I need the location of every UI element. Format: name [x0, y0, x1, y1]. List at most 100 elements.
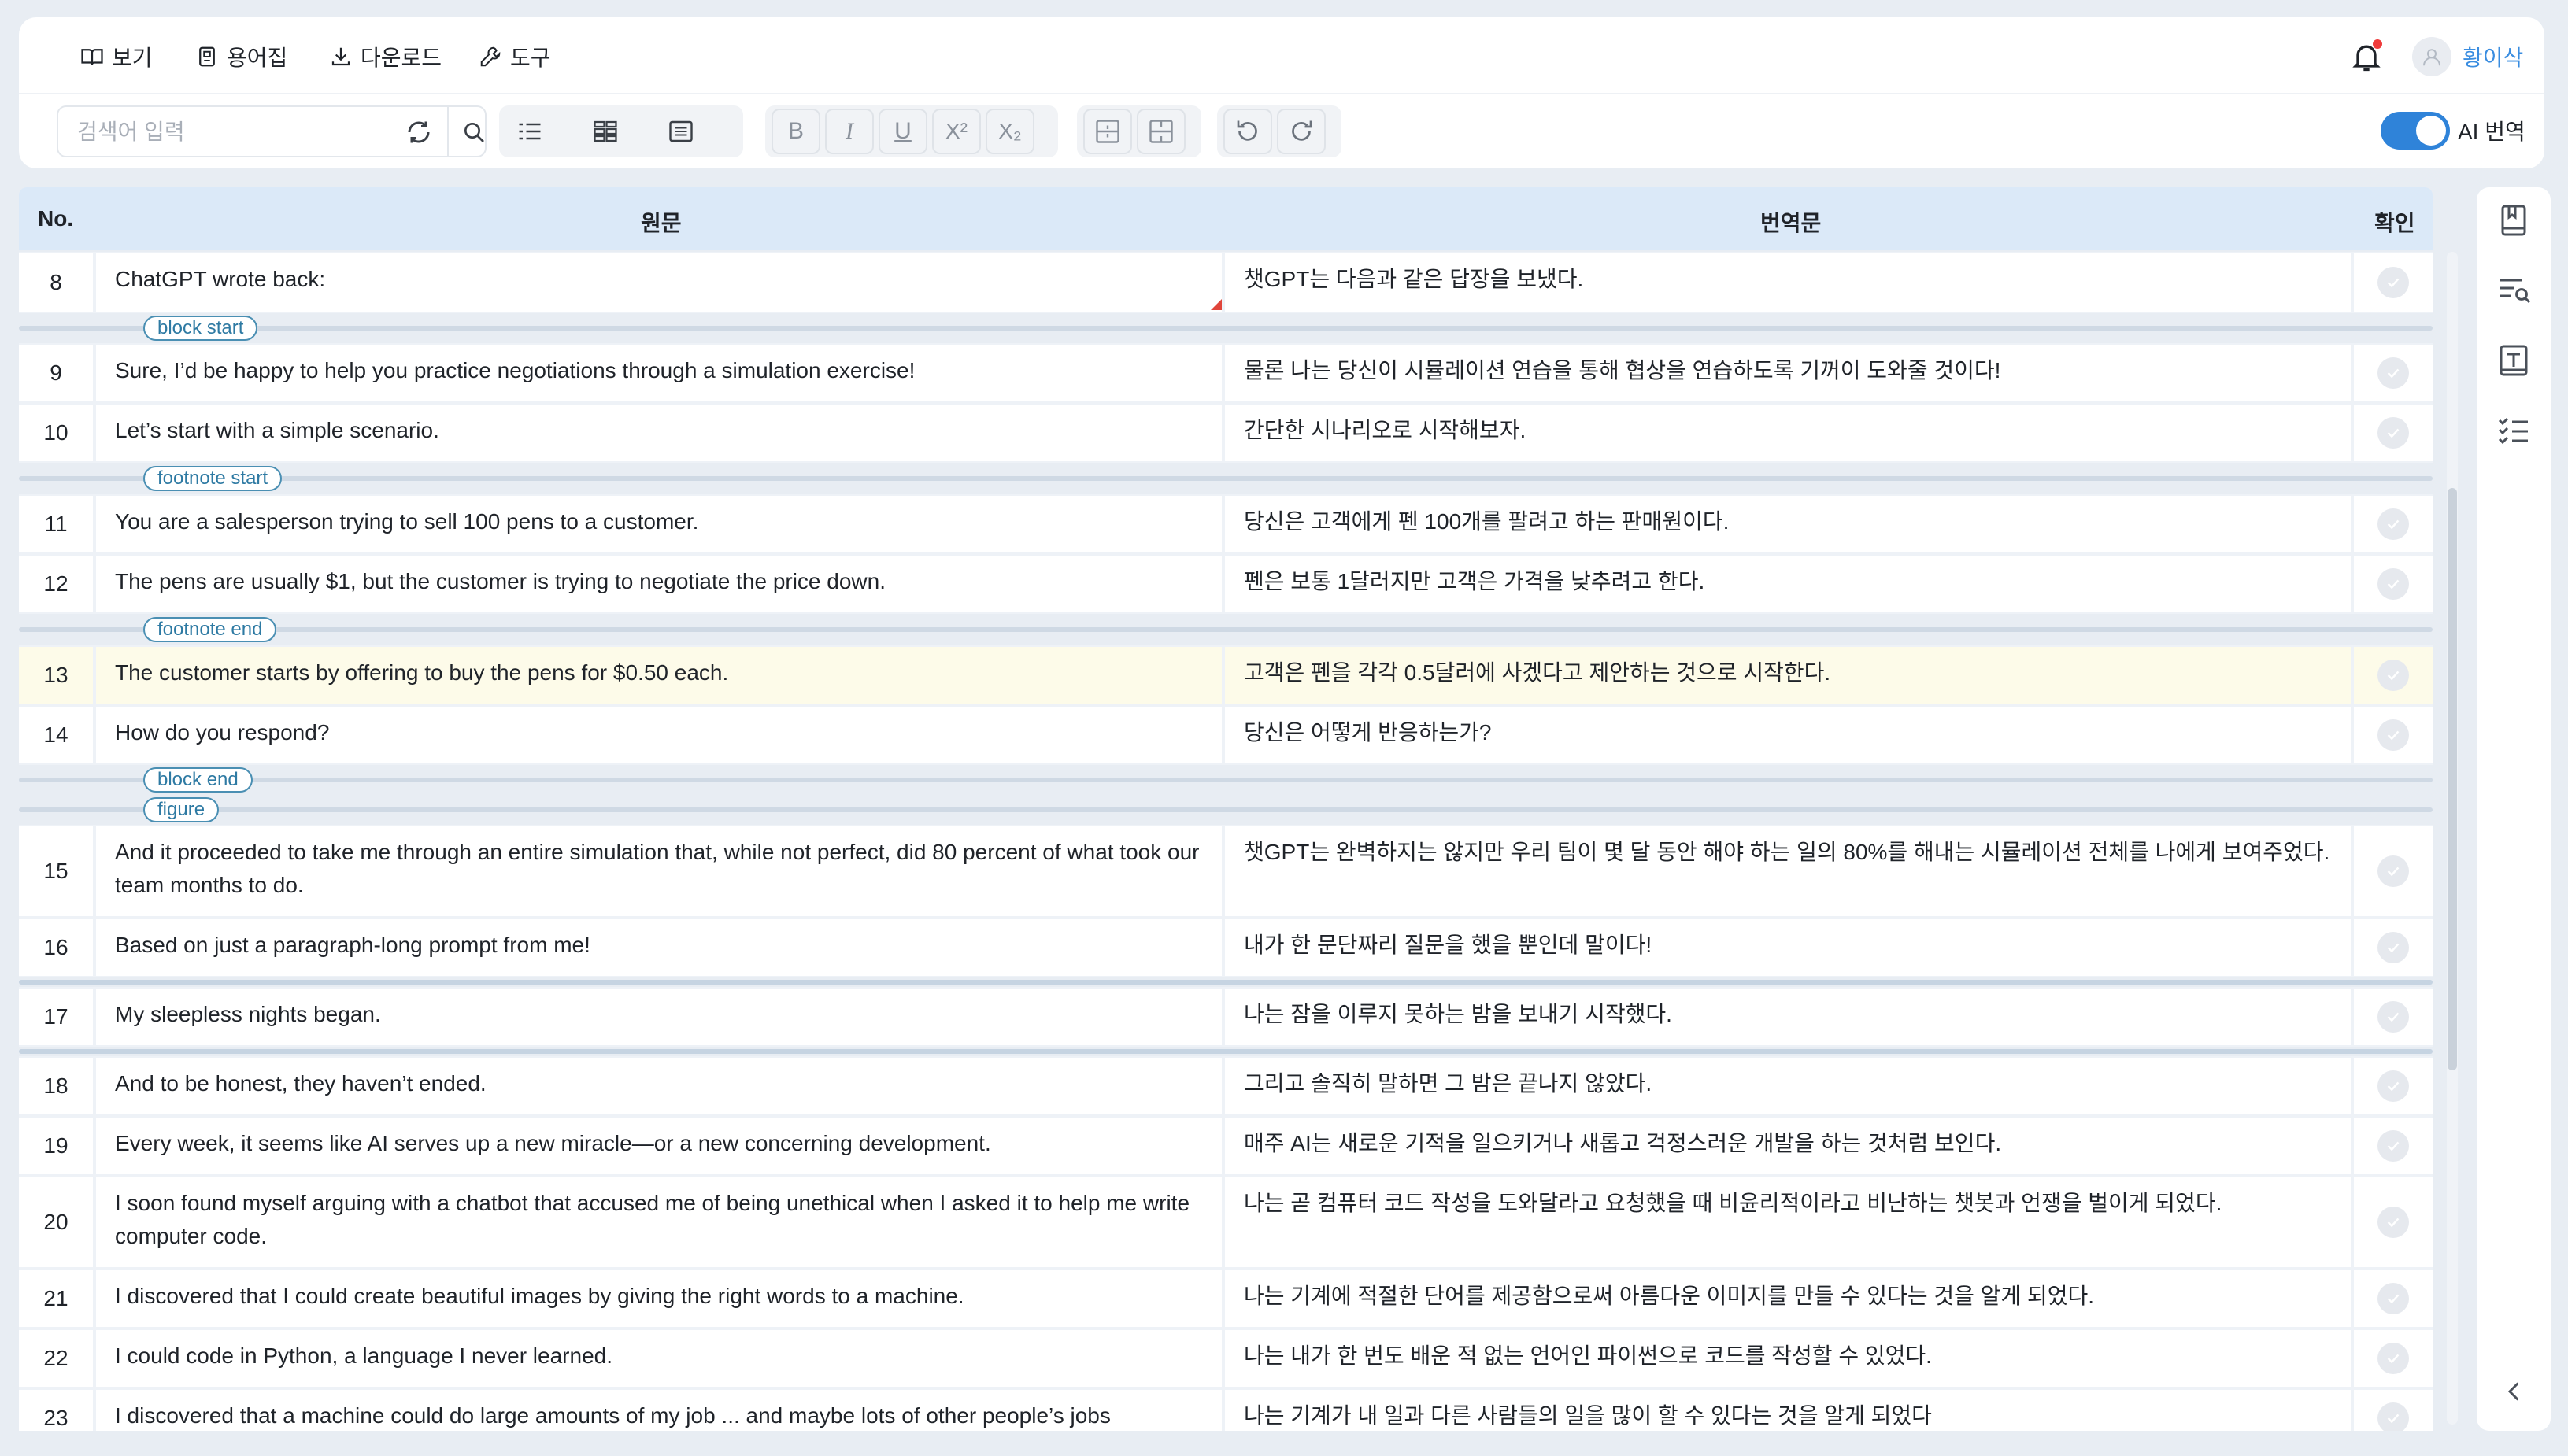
table-row[interactable]: 9 Sure, I’d be happy to help you practic…: [19, 343, 2433, 403]
tag-footnote-start[interactable]: footnote start: [143, 466, 283, 491]
table-row[interactable]: 8 ChatGPT wrote back: 챗GPT는 다음과 같은 답장을 보…: [19, 252, 2433, 313]
target-cell[interactable]: 챗GPT는 다음과 같은 답장을 보냈다.: [1225, 253, 2351, 312]
subscript-button[interactable]: X₂: [986, 109, 1034, 154]
table-row[interactable]: 22 I could code in Python, a language I …: [19, 1329, 2433, 1388]
table-row[interactable]: 19 Every week, it seems like AI serves u…: [19, 1116, 2433, 1176]
target-cell[interactable]: 나는 기계가 내 일과 다른 사람들의 일을 많이 할 수 있다는 것을 알게 …: [1225, 1390, 2351, 1431]
confirm-cell: [2354, 253, 2433, 312]
bold-button[interactable]: B: [772, 109, 820, 154]
bookmark-panel-button[interactable]: [2495, 201, 2533, 239]
tag-figure[interactable]: figure: [143, 797, 220, 822]
underline-button[interactable]: U: [879, 109, 927, 154]
target-cell[interactable]: 펜은 보통 1달러지만 고객은 가격을 낮추려고 한다.: [1225, 556, 2351, 612]
table-scrollbar[interactable]: [2447, 252, 2458, 1425]
source-cell[interactable]: My sleepless nights began.: [96, 989, 1222, 1045]
search-icon[interactable]: [461, 120, 487, 145]
target-cell[interactable]: 당신은 고객에게 펜 100개를 팔려고 하는 판매원이다.: [1225, 496, 2351, 552]
menu-view[interactable]: 보기: [80, 41, 153, 72]
target-cell[interactable]: 나는 곧 컴퓨터 코드 작성을 도와달라고 요청했을 때 비윤리적이라고 비난하…: [1225, 1177, 2351, 1267]
confirm-check-button[interactable]: [2377, 417, 2409, 449]
confirm-check-button[interactable]: [2377, 660, 2409, 691]
refresh-icon[interactable]: [405, 118, 433, 146]
ai-translation-toggle[interactable]: AI 번역: [2381, 112, 2525, 150]
confirm-check-button[interactable]: [2377, 1207, 2409, 1238]
confirm-check-button[interactable]: [2377, 568, 2409, 600]
target-cell[interactable]: 간단한 시나리오로 시작해보자.: [1225, 405, 2351, 461]
confirm-check-button[interactable]: [2377, 1001, 2409, 1033]
confirm-check-button[interactable]: [2377, 267, 2409, 298]
confirm-check-button[interactable]: [2377, 357, 2409, 389]
table-row[interactable]: 12 The pens are usually $1, but the cust…: [19, 554, 2433, 614]
menu-tools[interactable]: 도구: [479, 41, 551, 72]
italic-button[interactable]: I: [825, 109, 874, 154]
search-input[interactable]: [77, 115, 376, 150]
table-row[interactable]: 23 I discovered that a machine could do …: [19, 1388, 2433, 1431]
table-row[interactable]: 15 And it proceeded to take me through a…: [19, 825, 2433, 918]
find-replace-panel-button[interactable]: [2495, 271, 2533, 309]
confirm-check-button[interactable]: [2377, 1283, 2409, 1314]
source-cell[interactable]: ChatGPT wrote back:: [96, 253, 1222, 312]
user-menu[interactable]: 황이삭: [2412, 36, 2523, 77]
source-cell[interactable]: And to be honest, they haven’t ended.: [96, 1058, 1222, 1114]
target-cell[interactable]: 매주 AI는 새로운 기적을 일으키거나 새롭고 걱정스러운 개발을 하는 것처…: [1225, 1118, 2351, 1174]
target-cell[interactable]: 나는 기계에 적절한 단어를 제공함으로써 아름다운 이미지를 만들 수 있다는…: [1225, 1270, 2351, 1327]
notification-button[interactable]: [2349, 39, 2384, 74]
menu-download[interactable]: 다운로드: [329, 41, 442, 72]
target-cell[interactable]: 그리고 솔직히 말하면 그 밤은 끝나지 않았다.: [1225, 1058, 2351, 1114]
source-cell[interactable]: And it proceeded to take me through an e…: [96, 826, 1222, 916]
source-cell[interactable]: The customer starts by offering to buy t…: [96, 647, 1222, 704]
redo-button[interactable]: [1277, 109, 1326, 154]
target-cell[interactable]: 나는 내가 한 번도 배운 적 없는 언어인 파이썬으로 코드를 작성할 수 있…: [1225, 1330, 2351, 1387]
menu-glossary[interactable]: 용어집: [195, 41, 287, 72]
scrollbar-thumb[interactable]: [2448, 488, 2457, 1070]
source-cell[interactable]: I discovered that I could create beautif…: [96, 1270, 1222, 1327]
target-cell[interactable]: 나는 잠을 이루지 못하는 밤을 보내기 시작했다.: [1225, 989, 2351, 1045]
confirm-check-button[interactable]: [2377, 1343, 2409, 1374]
source-cell[interactable]: How do you respond?: [96, 707, 1222, 763]
toggle-switch[interactable]: [2381, 112, 2450, 150]
confirm-check-button[interactable]: [2377, 932, 2409, 963]
table-row[interactable]: 13 The customer starts by offering to bu…: [19, 645, 2433, 705]
superscript-button[interactable]: X²: [932, 109, 981, 154]
tag-block-start[interactable]: block start: [143, 316, 258, 341]
confirm-check-button[interactable]: [2377, 1070, 2409, 1102]
source-cell[interactable]: Sure, I’d be happy to help you practice …: [96, 345, 1222, 401]
table-row[interactable]: 14 How do you respond? 당신은 어떻게 반응하는가?: [19, 705, 2433, 765]
merge-segment-button[interactable]: [1137, 109, 1186, 154]
source-cell[interactable]: You are a salesperson trying to sell 100…: [96, 496, 1222, 552]
source-cell[interactable]: Let’s start with a simple scenario.: [96, 405, 1222, 461]
confirm-check-button[interactable]: [2377, 1402, 2409, 1431]
source-cell[interactable]: The pens are usually $1, but the custome…: [96, 556, 1222, 612]
checklist-panel-button[interactable]: [2495, 411, 2533, 449]
collapse-sidebar-button[interactable]: [2500, 1377, 2529, 1406]
split-segment-button[interactable]: [1083, 109, 1132, 154]
confirm-check-button[interactable]: [2377, 719, 2409, 751]
target-cell[interactable]: 당신은 어떻게 반응하는가?: [1225, 707, 2351, 763]
confirm-check-button[interactable]: [2377, 508, 2409, 540]
table-row[interactable]: 17 My sleepless nights began. 나는 잠을 이루지 …: [19, 987, 2433, 1047]
table-row[interactable]: 21 I discovered that I could create beau…: [19, 1269, 2433, 1329]
target-cell[interactable]: 물론 나는 당신이 시뮬레이션 연습을 통해 협상을 연습하도록 기꺼이 도와줄…: [1225, 345, 2351, 401]
confirm-check-button[interactable]: [2377, 1130, 2409, 1162]
target-cell[interactable]: 챗GPT는 완벽하지는 않지만 우리 팀이 몇 달 동안 해야 하는 일의 80…: [1225, 826, 2351, 916]
text-panel-button[interactable]: [2495, 342, 2533, 379]
table-row[interactable]: 16 Based on just a paragraph-long prompt…: [19, 918, 2433, 977]
list-view-button[interactable]: [505, 109, 554, 154]
table-row[interactable]: 20 I soon found myself arguing with a ch…: [19, 1176, 2433, 1269]
tag-footnote-end[interactable]: footnote end: [143, 617, 277, 642]
target-cell[interactable]: 내가 한 문단짜리 질문을 했을 뿐인데 말이다!: [1225, 919, 2351, 976]
tag-block-end[interactable]: block end: [143, 767, 253, 793]
table-row[interactable]: 11 You are a salesperson trying to sell …: [19, 494, 2433, 554]
table-row[interactable]: 18 And to be honest, they haven’t ended.…: [19, 1056, 2433, 1116]
grid-view-button[interactable]: [581, 109, 630, 154]
source-cell[interactable]: Based on just a paragraph-long prompt fr…: [96, 919, 1222, 976]
source-cell[interactable]: I discovered that a machine could do lar…: [96, 1390, 1222, 1431]
table-row[interactable]: 10 Let’s start with a simple scenario. 간…: [19, 403, 2433, 463]
source-cell[interactable]: I soon found myself arguing with a chatb…: [96, 1177, 1222, 1267]
target-cell[interactable]: 고객은 펜을 각각 0.5달러에 사겠다고 제안하는 것으로 시작한다.: [1225, 647, 2351, 704]
source-cell[interactable]: Every week, it seems like AI serves up a…: [96, 1118, 1222, 1174]
undo-button[interactable]: [1223, 109, 1272, 154]
confirm-check-button[interactable]: [2377, 855, 2409, 887]
document-view-button[interactable]: [657, 109, 705, 154]
source-cell[interactable]: I could code in Python, a language I nev…: [96, 1330, 1222, 1387]
